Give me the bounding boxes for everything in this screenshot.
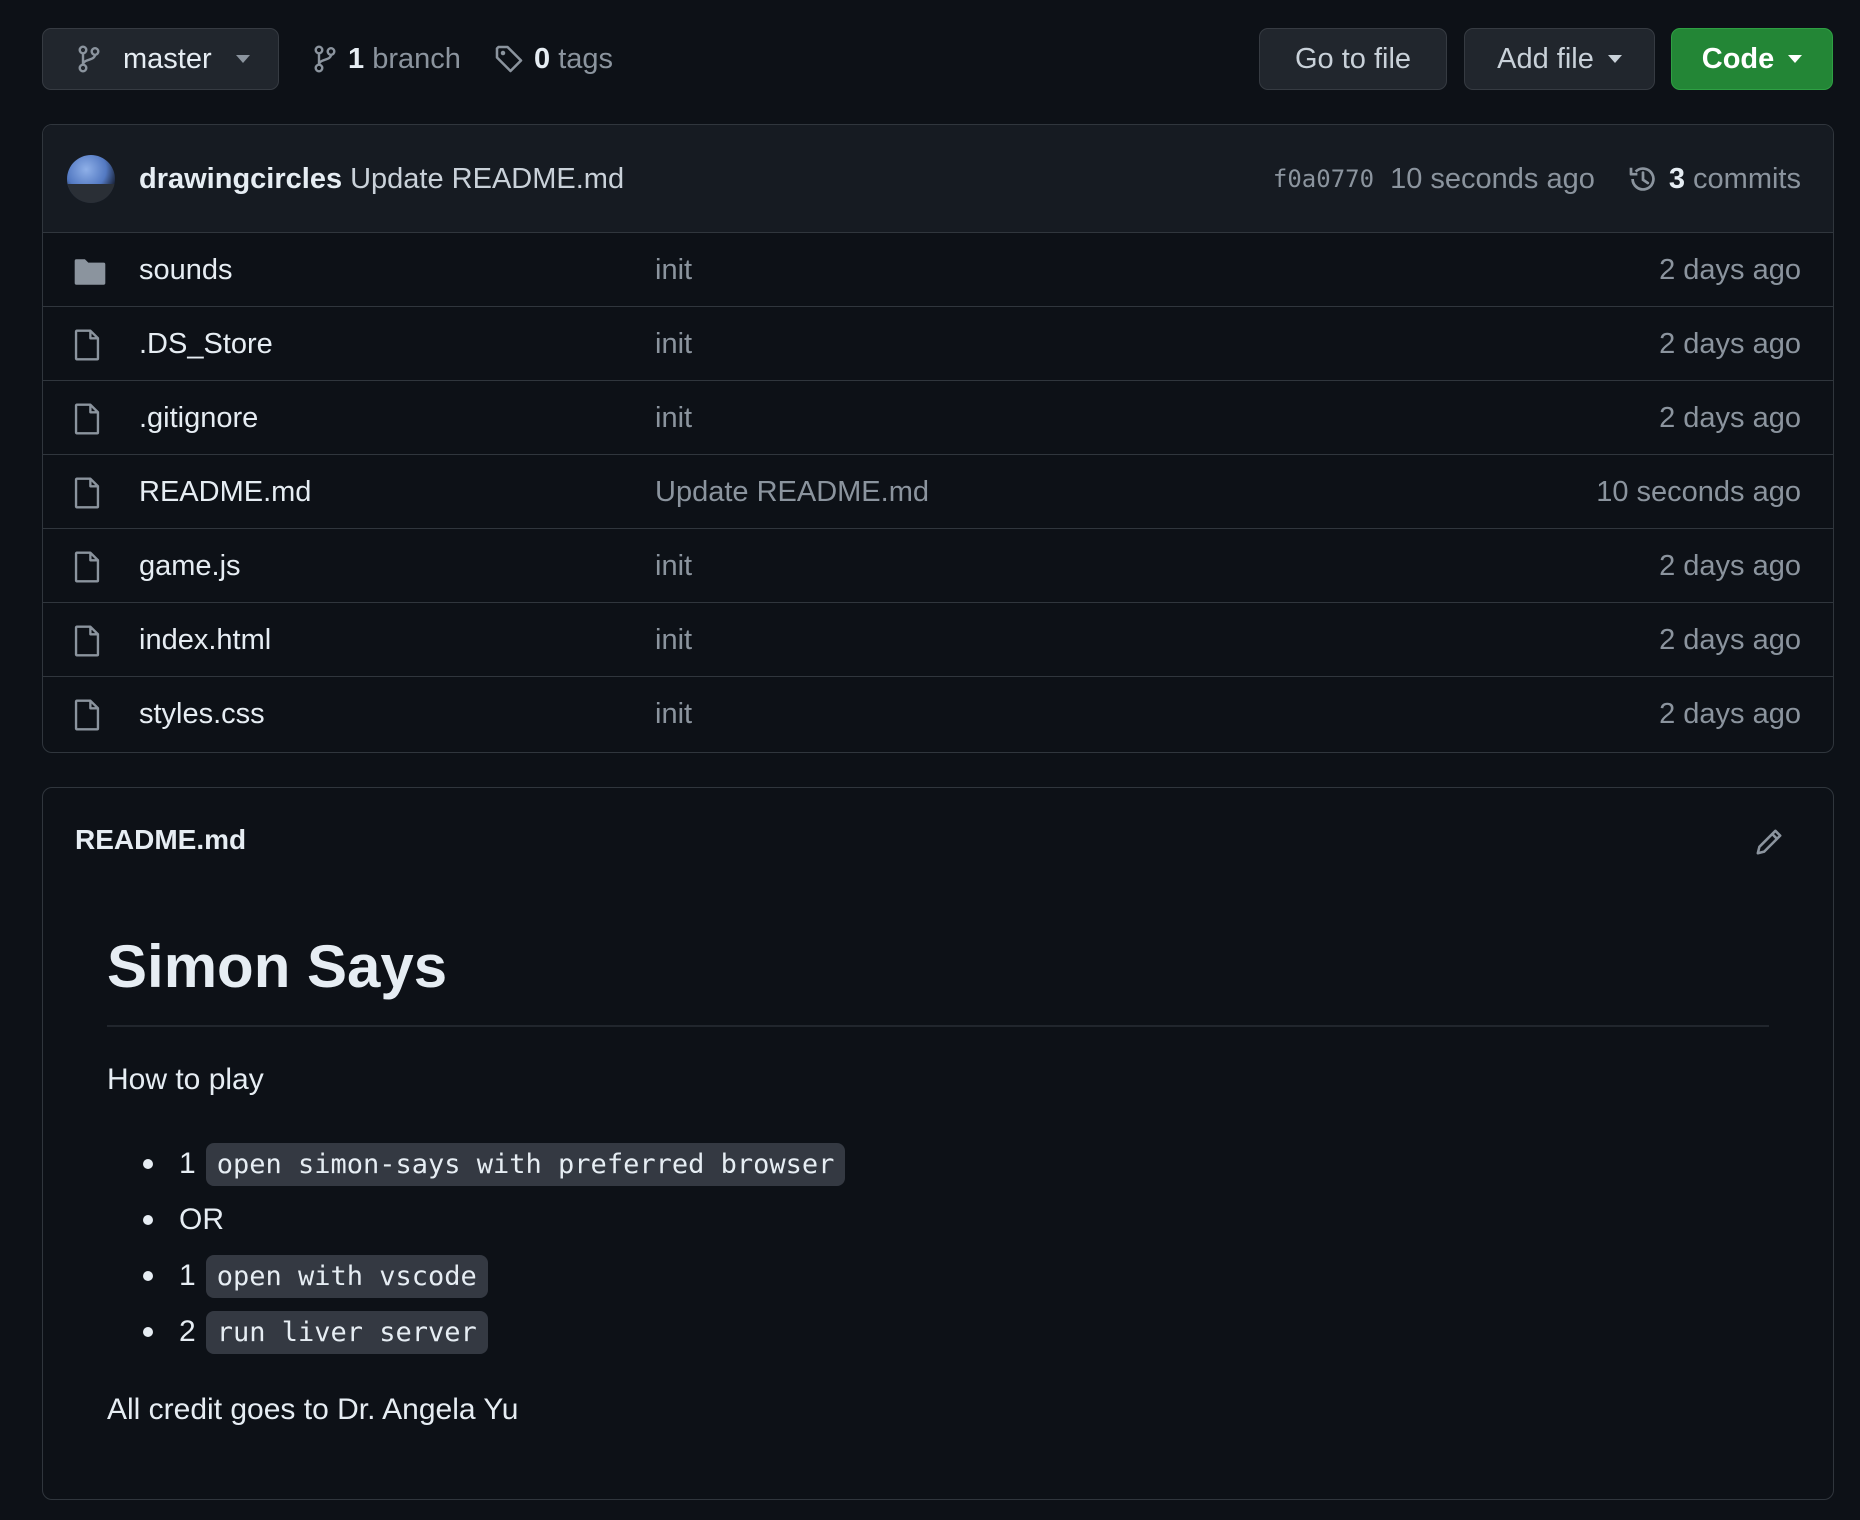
tag-icon	[494, 44, 524, 74]
commit-sha[interactable]: f0a0770	[1273, 165, 1374, 193]
bullet	[143, 1215, 153, 1225]
file-row[interactable]: index.html init 2 days ago	[43, 603, 1833, 677]
avatar[interactable]	[67, 155, 115, 203]
branch-select-button[interactable]: master	[42, 28, 279, 90]
go-to-file-label: Go to file	[1294, 42, 1412, 75]
commit-message[interactable]: Update README.md	[350, 163, 624, 196]
file-commit-date: 2 days ago	[1659, 402, 1801, 434]
add-file-button[interactable]: Add file	[1464, 28, 1655, 90]
file-list: drawingcircles Update README.md f0a0770 …	[42, 124, 1834, 753]
file-commit-date: 2 days ago	[1659, 328, 1801, 360]
readme-filename[interactable]: README.md	[75, 824, 246, 856]
file-name-link[interactable]: styles.css	[139, 677, 265, 751]
inline-code: open simon-says with preferred browser	[205, 1142, 846, 1186]
file-row[interactable]: .DS_Store init 2 days ago	[43, 307, 1833, 381]
list-item: 2 run liver server	[143, 1309, 488, 1355]
go-to-file-button[interactable]: Go to file	[1259, 28, 1447, 90]
file-name-link[interactable]: game.js	[139, 529, 241, 603]
readme-heading: Simon Says	[107, 933, 448, 1000]
inline-code: open with vscode	[205, 1254, 488, 1298]
file-row[interactable]: README.md Update README.md 10 seconds ago	[43, 455, 1833, 529]
commit-author[interactable]: drawingcircles	[139, 163, 342, 196]
readme-panel: README.md Simon Says How to play 1 open …	[42, 787, 1834, 1500]
file-name-link[interactable]: sounds	[139, 233, 233, 307]
step-number: 1	[179, 1147, 196, 1180]
commit-count: 3	[1668, 162, 1685, 195]
file-row[interactable]: .gitignore init 2 days ago	[43, 381, 1833, 455]
inline-code: run liver server	[205, 1310, 488, 1354]
file-commit-message-link[interactable]: init	[655, 381, 692, 455]
file-name-link[interactable]: .DS_Store	[139, 307, 273, 381]
bullet	[143, 1159, 153, 1169]
code-button[interactable]: Code	[1671, 28, 1833, 90]
commits-link[interactable]: 3 commits	[1627, 163, 1801, 196]
file-commit-date: 10 seconds ago	[1596, 476, 1801, 508]
commit-word: commits	[1693, 162, 1801, 195]
chevron-down-icon	[1607, 55, 1622, 63]
latest-commit-bar: drawingcircles Update README.md f0a0770 …	[43, 125, 1833, 233]
file-row[interactable]: sounds init 2 days ago	[43, 233, 1833, 307]
branch-count: 1	[348, 42, 365, 75]
file-commit-message-link[interactable]: init	[655, 677, 692, 751]
add-file-label: Add file	[1497, 42, 1594, 75]
list-item: 1 open simon-says with preferred browser	[143, 1141, 846, 1187]
history-icon	[1627, 163, 1659, 195]
file-name-link[interactable]: .gitignore	[139, 381, 258, 455]
chevron-down-icon	[235, 55, 250, 63]
heading-divider	[107, 1025, 1769, 1027]
tags-link[interactable]: 0 tags	[494, 28, 613, 90]
file-name-link[interactable]: index.html	[139, 603, 271, 677]
file-icon	[73, 699, 101, 731]
tag-word: tags	[558, 42, 614, 75]
folder-icon	[73, 257, 107, 287]
list-item: 1 open with vscode	[143, 1253, 488, 1299]
file-icon	[73, 403, 101, 435]
file-icon	[73, 551, 101, 583]
file-commit-message-link[interactable]: init	[655, 603, 692, 677]
file-commit-date: 2 days ago	[1659, 624, 1801, 656]
file-commit-message-link[interactable]: init	[655, 233, 692, 307]
commit-time: 10 seconds ago	[1390, 162, 1595, 195]
branch-word: branch	[372, 42, 461, 75]
step-number: 1	[179, 1259, 196, 1292]
readme-credit: All credit goes to Dr. Angela Yu	[107, 1393, 519, 1426]
pencil-icon[interactable]	[1753, 826, 1785, 858]
file-icon	[73, 329, 101, 361]
chevron-down-icon	[1788, 55, 1803, 63]
bullet	[143, 1327, 153, 1337]
tag-count: 0	[534, 42, 551, 75]
code-label: Code	[1701, 42, 1775, 75]
file-row[interactable]: styles.css init 2 days ago	[43, 677, 1833, 751]
bullet	[143, 1271, 153, 1281]
branches-link[interactable]: 1 branch	[312, 28, 461, 90]
file-row[interactable]: game.js init 2 days ago	[43, 529, 1833, 603]
file-commit-message-link[interactable]: init	[655, 529, 692, 603]
list-item: OR	[143, 1197, 224, 1243]
file-commit-date: 2 days ago	[1659, 698, 1801, 730]
branch-name: master	[123, 42, 212, 75]
git-branch-icon	[77, 44, 101, 74]
file-name-link[interactable]: README.md	[139, 455, 311, 529]
file-commit-date: 2 days ago	[1659, 254, 1801, 286]
file-icon	[73, 625, 101, 657]
file-commit-message-link[interactable]: Update README.md	[655, 455, 929, 529]
git-branch-icon	[312, 44, 338, 74]
readme-intro: How to play	[107, 1063, 264, 1096]
step-number: 2	[179, 1315, 196, 1348]
file-commit-date: 2 days ago	[1659, 550, 1801, 582]
list-text: OR	[179, 1203, 224, 1236]
file-icon	[73, 477, 101, 509]
file-commit-message-link[interactable]: init	[655, 307, 692, 381]
